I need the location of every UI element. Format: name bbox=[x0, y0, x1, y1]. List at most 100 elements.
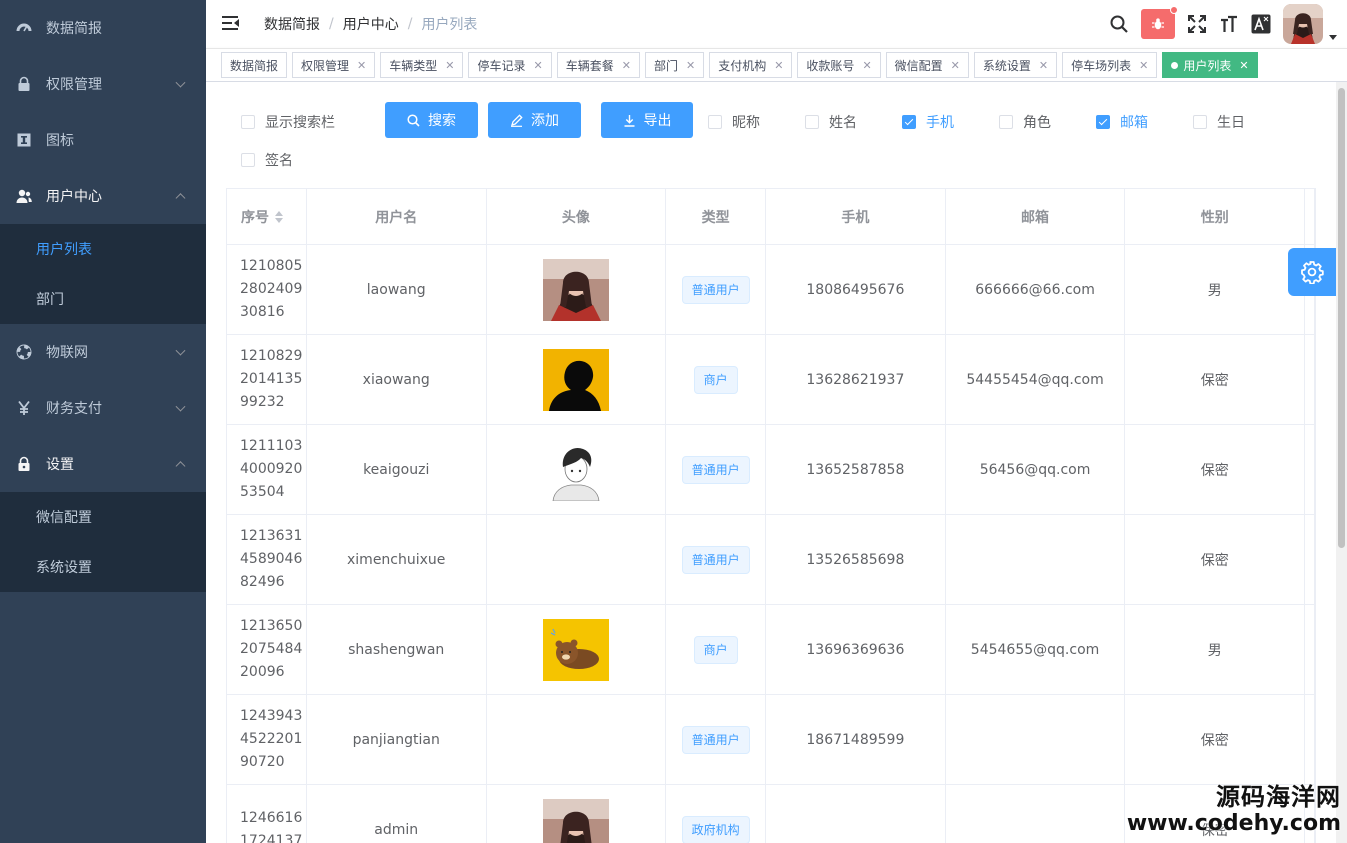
notification-dot bbox=[1170, 6, 1178, 14]
sort-icon[interactable] bbox=[275, 210, 283, 223]
settings-drawer-button[interactable] bbox=[1288, 248, 1336, 296]
error-log-button[interactable] bbox=[1141, 6, 1178, 39]
scrollbar-thumb[interactable] bbox=[1338, 88, 1345, 548]
tag-item[interactable]: 部门 ✕ bbox=[644, 52, 705, 78]
table-row[interactable]: 1213631 4589046 82496 ximenchuixue 普通用户 … bbox=[227, 515, 1315, 605]
sidebar-item-wechat-config[interactable]: 微信配置 bbox=[0, 492, 206, 542]
tags-view: 数据简报 权限管理 ✕ 车辆类型 ✕ 停车记录 ✕ 车辆套餐 ✕ 部门 ✕ 支付机构 ✕ 收… bbox=[206, 48, 1347, 82]
table-row[interactable]: 1243943 4522201 90720 panjiangtian 普通用户 … bbox=[227, 695, 1315, 785]
cell-gender: 保密 bbox=[1125, 695, 1306, 784]
close-icon[interactable]: ✕ bbox=[534, 59, 543, 72]
show-search-checkbox[interactable]: 显示搜索栏 bbox=[241, 112, 335, 132]
search-button[interactable]: 搜索 bbox=[385, 102, 478, 138]
checkbox-box bbox=[708, 115, 722, 129]
sidebar-item-system-settings[interactable]: 系统设置 bbox=[0, 542, 206, 592]
sidebar: 数据简报 权限管理 图标 用户中心 用户列表 部门 物联网 财务支付 设置 微信… bbox=[0, 0, 206, 843]
table-row[interactable]: 1211103 4000920 53504 keaigouzi 普通用户 136… bbox=[227, 425, 1315, 515]
text-size-icon[interactable] bbox=[1219, 14, 1239, 34]
cell-username: xiaowang bbox=[307, 335, 487, 424]
user-avatar-image[interactable] bbox=[542, 618, 609, 681]
checkbox-label: 姓名 bbox=[829, 115, 857, 131]
tag-item[interactable]: 支付机构 ✕ bbox=[709, 52, 793, 78]
tag-item-active[interactable]: 用户列表 ✕ bbox=[1162, 52, 1258, 78]
translate-icon[interactable] bbox=[1251, 14, 1271, 34]
fullscreen-icon[interactable] bbox=[1187, 14, 1207, 34]
close-icon[interactable]: ✕ bbox=[686, 59, 695, 72]
tag-item[interactable]: 微信配置 ✕ bbox=[885, 52, 969, 78]
tag-item[interactable]: 车辆套餐 ✕ bbox=[556, 52, 640, 78]
table-row[interactable]: 1213650 2075484 20096 shashengwan 商户 136… bbox=[227, 605, 1315, 695]
close-icon[interactable]: ✕ bbox=[862, 59, 871, 72]
menu-item-settings[interactable]: 设置 bbox=[0, 436, 206, 492]
breadcrumb-separator: / bbox=[329, 16, 334, 32]
close-icon[interactable]: ✕ bbox=[445, 59, 454, 72]
cell-email bbox=[946, 695, 1126, 784]
checkbox-label: 邮箱 bbox=[1120, 115, 1148, 131]
tag-label: 微信配置 bbox=[894, 58, 943, 73]
menu-item-dashboard[interactable]: 数据简报 bbox=[0, 0, 206, 56]
user-avatar-image[interactable] bbox=[542, 798, 609, 843]
column-header-seq[interactable]: 序号 bbox=[227, 189, 307, 244]
cell-phone: 18086495676 bbox=[766, 245, 946, 334]
cell-seq: 1210829 2014135 99232 bbox=[227, 335, 307, 424]
tag-label: 支付机构 bbox=[718, 58, 767, 73]
close-icon[interactable]: ✕ bbox=[622, 59, 631, 72]
tag-item[interactable]: 车辆类型 ✕ bbox=[380, 52, 464, 78]
tag-label: 收款账号 bbox=[806, 58, 855, 73]
close-icon[interactable]: ✕ bbox=[774, 59, 783, 72]
tag-item[interactable]: 停车记录 ✕ bbox=[468, 52, 552, 78]
close-icon[interactable]: ✕ bbox=[1239, 59, 1248, 72]
sidebar-item-department[interactable]: 部门 bbox=[0, 274, 206, 324]
menu-item-finance[interactable]: 财务支付 bbox=[0, 380, 206, 436]
column-toggle-phone[interactable]: 手机 bbox=[902, 112, 954, 132]
column-toggle-email[interactable]: 邮箱 bbox=[1096, 112, 1148, 132]
add-button[interactable]: 添加 bbox=[488, 102, 581, 138]
tag-item[interactable]: 系统设置 ✕ bbox=[973, 52, 1058, 78]
export-button[interactable]: 导出 bbox=[601, 102, 693, 138]
close-icon[interactable]: ✕ bbox=[1139, 59, 1148, 72]
cell-email bbox=[946, 785, 1126, 843]
tag-item[interactable]: 停车场列表 ✕ bbox=[1062, 52, 1158, 78]
checkbox-box bbox=[999, 115, 1013, 129]
close-icon[interactable]: ✕ bbox=[951, 59, 960, 72]
hamburger-menu-icon[interactable] bbox=[222, 15, 240, 31]
sidebar-item-user-list[interactable]: 用户列表 bbox=[0, 224, 206, 274]
cell-email: 56456@qq.com bbox=[946, 425, 1126, 514]
menu-item-icons[interactable]: 图标 bbox=[0, 112, 206, 168]
user-avatar-image[interactable] bbox=[542, 438, 609, 501]
breadcrumb-item[interactable]: 用户中心 bbox=[343, 14, 399, 34]
active-dot bbox=[1171, 61, 1179, 69]
seq-part: 99232 bbox=[240, 394, 285, 410]
user-avatar-dropdown[interactable] bbox=[1283, 4, 1337, 44]
chevron-down-icon bbox=[175, 77, 186, 88]
submenu-settings: 微信配置 系统设置 bbox=[0, 492, 206, 592]
search-icon[interactable] bbox=[1109, 14, 1129, 34]
column-toggle-birthday[interactable]: 生日 bbox=[1193, 112, 1245, 132]
column-toggle-nickname[interactable]: 昵称 bbox=[708, 112, 760, 132]
menu-item-iot[interactable]: 物联网 bbox=[0, 324, 206, 380]
user-icon bbox=[16, 188, 32, 204]
table-row[interactable]: 1210805 2802409 30816 laowang 普通用户 18086… bbox=[227, 245, 1315, 335]
tag-item[interactable]: 权限管理 ✕ bbox=[292, 52, 376, 78]
tag-item[interactable]: 数据简报 bbox=[221, 52, 288, 78]
navbar: 数据简报 / 用户中心 / 用户列表 bbox=[206, 0, 1347, 48]
close-icon[interactable]: ✕ bbox=[1039, 59, 1048, 72]
breadcrumb-item[interactable]: 数据简报 bbox=[264, 14, 320, 34]
column-toggle-role[interactable]: 角色 bbox=[999, 112, 1051, 132]
menu-label: 数据简报 bbox=[46, 21, 102, 37]
cell-type: 普通用户 bbox=[666, 695, 767, 784]
cell-type: 普通用户 bbox=[666, 515, 767, 604]
menu-item-user-center[interactable]: 用户中心 bbox=[0, 168, 206, 224]
menu-item-permissions[interactable]: 权限管理 bbox=[0, 56, 206, 112]
table-row[interactable]: 1210829 2014135 99232 xiaowang 商户 136286… bbox=[227, 335, 1315, 425]
cell-seq: 1246616 1724137 bbox=[227, 785, 307, 843]
column-toggle-signature[interactable]: 签名 bbox=[241, 150, 293, 170]
cell-phone bbox=[766, 785, 946, 843]
user-avatar-image[interactable] bbox=[542, 348, 609, 411]
cell-avatar bbox=[487, 245, 667, 334]
tag-item[interactable]: 收款账号 ✕ bbox=[797, 52, 881, 78]
user-avatar-image[interactable] bbox=[542, 258, 609, 321]
column-toggle-name[interactable]: 姓名 bbox=[805, 112, 857, 132]
close-icon[interactable]: ✕ bbox=[357, 59, 366, 72]
cell-username: admin bbox=[307, 785, 487, 843]
